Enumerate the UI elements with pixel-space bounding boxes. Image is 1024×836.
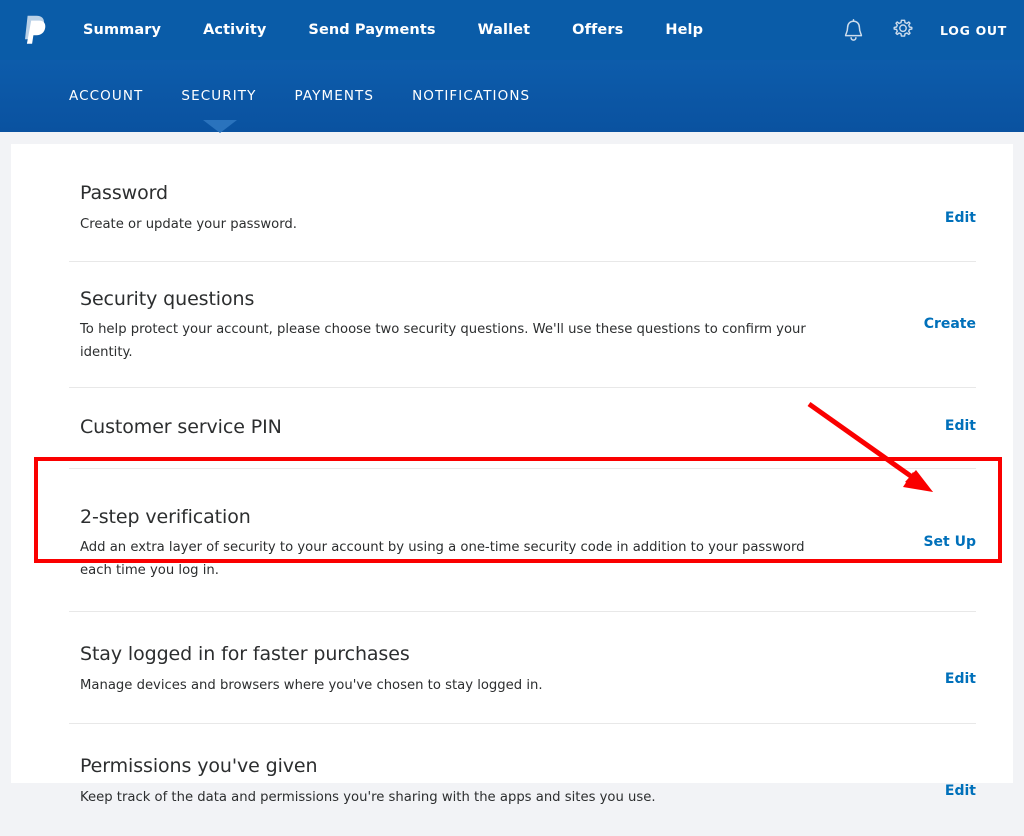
settings-row-security-questions: Security questions To help protect your … bbox=[69, 262, 976, 388]
paypal-logo bbox=[25, 15, 46, 44]
row-title-customer-service-pin: Customer service PIN bbox=[80, 415, 282, 438]
row-text-block: Permissions you've given Keep track of t… bbox=[80, 755, 898, 810]
primary-nav-actions: LOG OUT bbox=[838, 0, 1024, 60]
settings-button[interactable] bbox=[888, 15, 918, 45]
settings-row-permissions: Permissions you've given Keep track of t… bbox=[69, 724, 976, 836]
nav-link-summary[interactable]: Summary bbox=[62, 22, 182, 38]
settings-row-stay-logged-in: Stay logged in for faster purchases Mana… bbox=[69, 612, 976, 725]
row-text-block: Password Create or update your password. bbox=[80, 182, 898, 237]
settings-row-list: Password Create or update your password.… bbox=[69, 144, 976, 836]
primary-navigation-bar: Summary Activity Send Payments Wallet Of… bbox=[0, 0, 1024, 60]
edit-stay-logged-in-link[interactable]: Edit bbox=[898, 671, 976, 687]
settings-row-password: Password Create or update your password.… bbox=[69, 144, 976, 262]
row-description-two-step-verification: Add an extra layer of security to your a… bbox=[80, 540, 805, 578]
row-title-permissions: Permissions you've given bbox=[80, 755, 318, 778]
nav-link-offers[interactable]: Offers bbox=[551, 22, 644, 38]
settings-row-customer-service-pin: Customer service PIN Edit bbox=[69, 388, 976, 469]
tab-notifications[interactable]: NOTIFICATIONS bbox=[412, 88, 568, 104]
tab-security[interactable]: SECURITY bbox=[181, 88, 294, 104]
row-title-stay-logged-in: Stay logged in for faster purchases bbox=[80, 642, 410, 665]
secondary-navigation-bar: ACCOUNT SECURITY PAYMENTS NOTIFICATIONS bbox=[0, 60, 1024, 132]
row-description-password: Create or update your password. bbox=[80, 216, 297, 232]
row-description-permissions: Keep track of the data and permissions y… bbox=[80, 790, 656, 805]
row-title-security-questions: Security questions bbox=[80, 287, 255, 310]
row-text-block: Customer service PIN bbox=[80, 416, 898, 439]
row-title-password: Password bbox=[80, 182, 168, 204]
edit-password-link[interactable]: Edit bbox=[898, 210, 976, 226]
row-text-block: Security questions To help protect your … bbox=[80, 288, 898, 365]
row-title-two-step-verification: 2-step verification bbox=[80, 505, 251, 528]
row-text-block: 2-step verification Add an extra layer o… bbox=[80, 506, 898, 583]
tab-account[interactable]: ACCOUNT bbox=[69, 88, 181, 104]
nav-link-help[interactable]: Help bbox=[644, 22, 724, 38]
active-tab-pointer-icon bbox=[203, 120, 237, 133]
create-security-questions-link[interactable]: Create bbox=[898, 316, 976, 332]
secondary-nav-items: ACCOUNT SECURITY PAYMENTS NOTIFICATIONS bbox=[69, 60, 568, 132]
row-description-stay-logged-in: Manage devices and browsers where you've… bbox=[80, 677, 543, 693]
nav-link-wallet[interactable]: Wallet bbox=[457, 22, 552, 38]
paypal-logo-link[interactable] bbox=[0, 15, 62, 45]
security-settings-card: Password Create or update your password.… bbox=[11, 144, 1013, 805]
edit-permissions-link[interactable]: Edit bbox=[898, 783, 976, 799]
gear-icon bbox=[893, 19, 913, 37]
nav-link-send-payments[interactable]: Send Payments bbox=[287, 22, 456, 38]
tab-payments[interactable]: PAYMENTS bbox=[294, 88, 412, 104]
nav-link-activity[interactable]: Activity bbox=[182, 22, 287, 38]
row-description-security-questions: To help protect your account, please cho… bbox=[80, 322, 806, 360]
row-text-block: Stay logged in for faster purchases Mana… bbox=[80, 643, 898, 698]
notifications-button[interactable] bbox=[838, 15, 868, 45]
set-up-two-step-verification-link[interactable]: Set Up bbox=[898, 534, 976, 550]
bell-icon bbox=[844, 18, 862, 41]
edit-customer-service-pin-link[interactable]: Edit bbox=[898, 418, 976, 434]
logout-button[interactable]: LOG OUT bbox=[940, 23, 1007, 38]
settings-row-two-step-verification: 2-step verification Add an extra layer o… bbox=[69, 469, 976, 612]
primary-nav-links: Summary Activity Send Payments Wallet Of… bbox=[62, 22, 724, 38]
